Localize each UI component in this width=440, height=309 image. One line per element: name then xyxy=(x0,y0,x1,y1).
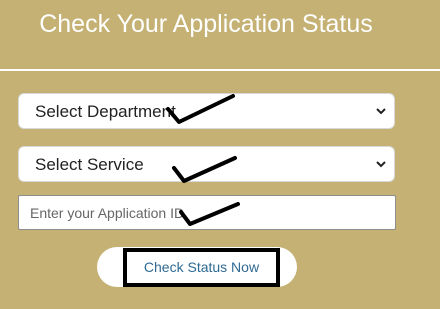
chevron-down-icon xyxy=(376,161,386,168)
service-select-value: Select Service xyxy=(35,155,144,174)
title-divider xyxy=(0,69,440,71)
department-select[interactable]: Select Department xyxy=(18,93,395,129)
department-select-value: Select Department xyxy=(35,102,176,121)
application-id-input[interactable]: Enter your Application ID xyxy=(18,195,396,230)
chevron-down-icon xyxy=(376,108,386,115)
page-title: Check Your Application Status xyxy=(39,10,373,38)
check-status-button[interactable]: Check Status Now xyxy=(123,248,280,287)
service-select[interactable]: Select Service xyxy=(18,146,395,182)
application-id-placeholder: Enter your Application ID xyxy=(30,205,185,221)
